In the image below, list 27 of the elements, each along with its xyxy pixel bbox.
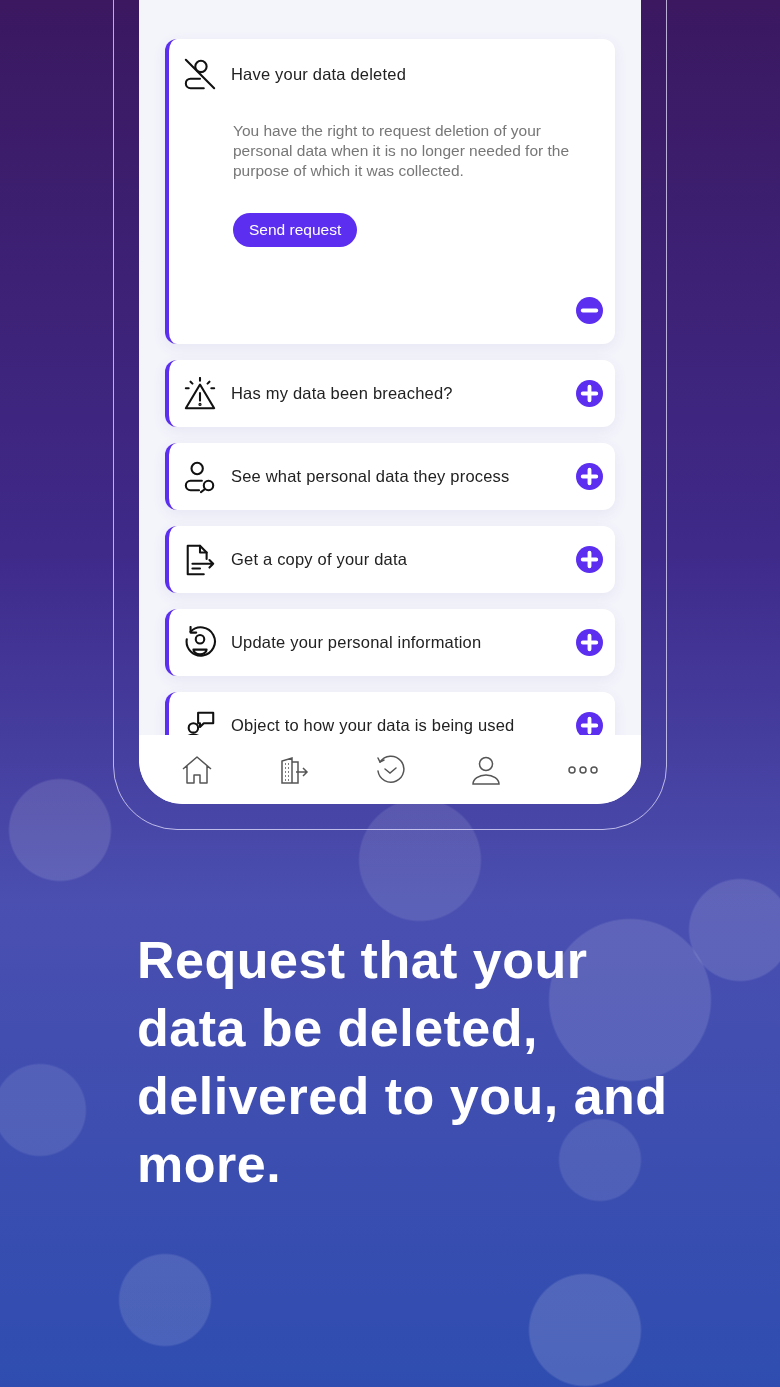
expand-icon[interactable]	[576, 629, 603, 656]
request-title: Object to how your data is being used	[231, 716, 515, 735]
person-search-icon	[183, 459, 217, 494]
expand-icon[interactable]	[576, 712, 603, 735]
home-icon[interactable]	[181, 753, 214, 786]
request-card[interactable]: Has my data been breached?	[165, 360, 615, 427]
collapse-icon[interactable]	[576, 297, 603, 324]
request-card[interactable]: Object to how your data is being used	[165, 692, 615, 735]
request-card[interactable]: Get a copy of your data	[165, 526, 615, 593]
request-title: Has my data been breached?	[231, 384, 453, 403]
request-card[interactable]: See what personal data they process	[165, 443, 615, 510]
request-description: You have the right to request deletion of your personal data when it is no longer needed for the purpose of which it was collected.	[233, 121, 571, 181]
request-card[interactable]: Have your data deleted You have the right to request deletion of your personal data when it is no longer needed for the purpose of which it was collected. Send request	[165, 39, 615, 344]
request-title: Update your personal information	[231, 633, 482, 652]
request-title: See what personal data they process	[231, 467, 510, 486]
expand-icon[interactable]	[576, 546, 603, 573]
person-refresh-icon	[183, 625, 217, 660]
more-icon[interactable]	[566, 763, 599, 776]
send-request-button[interactable]: Send request	[233, 213, 358, 247]
request-card[interactable]: Update your personal information	[165, 609, 615, 676]
request-title: Have your data deleted	[231, 64, 406, 84]
request-title: Get a copy of your data	[231, 550, 408, 569]
warning-icon	[183, 376, 217, 411]
person-crossed-icon	[183, 57, 217, 91]
promo-caption: Request that your data be deleted, delivered to you, and more.	[137, 930, 669, 1195]
expand-icon[interactable]	[576, 380, 603, 407]
expand-icon[interactable]	[576, 463, 603, 490]
